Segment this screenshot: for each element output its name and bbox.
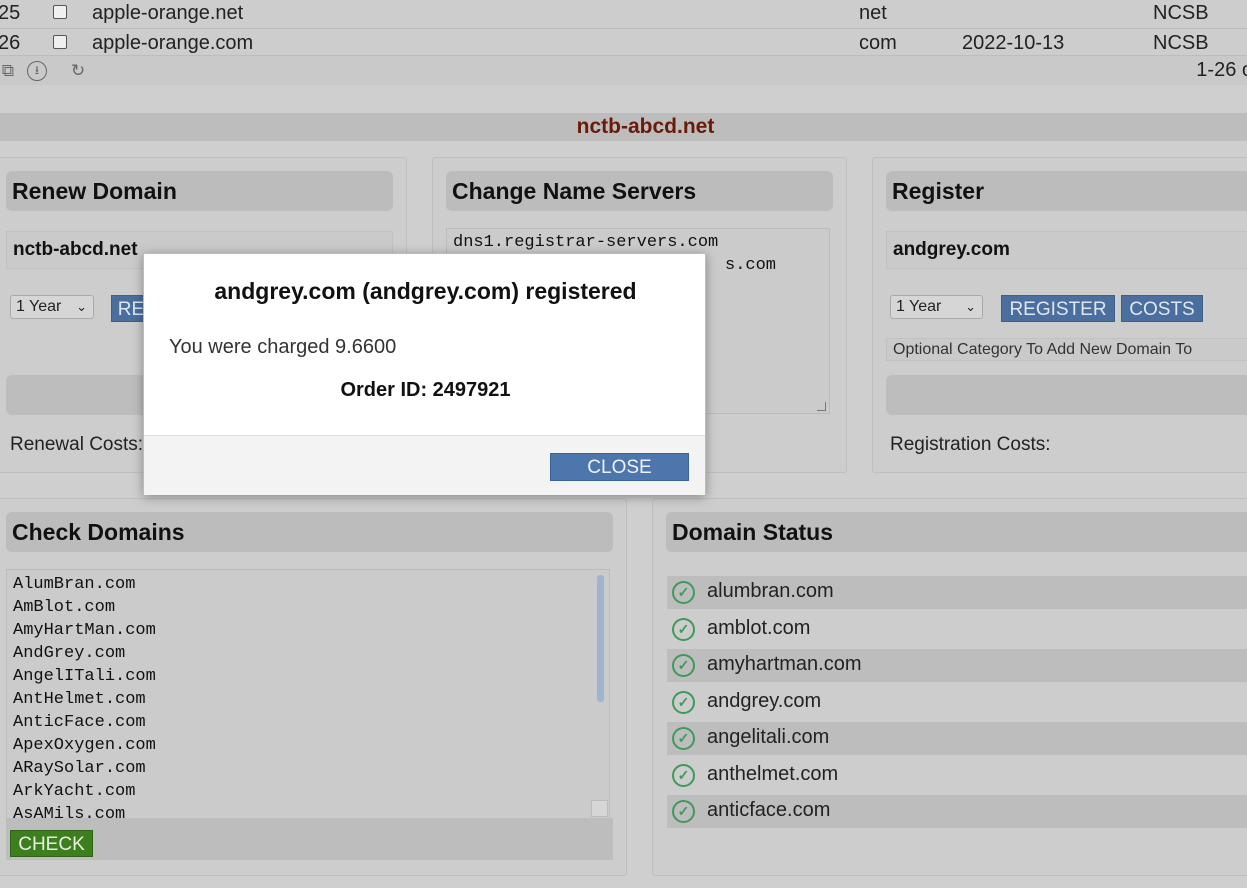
status-row: ✓ andgrey.com <box>667 686 1247 719</box>
domain-line: AsAMils.com <box>13 805 126 819</box>
row-domain: apple-orange.net <box>92 2 244 24</box>
row-number: 26 <box>0 32 21 54</box>
dialog-title: andgrey.com (andgrey.com) registered <box>214 278 637 304</box>
register-period-value: 1 Year <box>896 298 942 315</box>
domain-line: AnticFace.com <box>13 713 146 732</box>
status-domain: amyhartman.com <box>707 653 862 675</box>
row-checkbox[interactable] <box>53 35 67 49</box>
nameserver-line-1: dns1.registrar-servers.com <box>453 233 719 252</box>
costs-button[interactable]: COSTS <box>1121 295 1203 322</box>
domain-line: AngelITali.com <box>13 667 156 686</box>
check-circle-icon: ✓ <box>672 654 695 677</box>
status-row: ✓ anticface.com <box>667 795 1247 828</box>
status-row: ✓ amblot.com <box>667 613 1247 646</box>
row-domain: apple-orange.com <box>92 32 254 54</box>
check-circle-icon: ✓ <box>672 581 695 604</box>
status-domain: alumbran.com <box>707 580 834 602</box>
check-circle-icon: ✓ <box>672 691 695 714</box>
renew-period-select[interactable]: 1 Year ⌄ <box>10 295 94 319</box>
close-button[interactable]: CLOSE <box>550 453 689 481</box>
domain-line: AmBlot.com <box>13 598 116 617</box>
check-circle-icon: ✓ <box>672 800 695 823</box>
status-row: ✓ amyhartman.com <box>667 649 1247 682</box>
renew-period-value: 1 Year <box>16 298 62 315</box>
status-domain: angelitali.com <box>707 726 830 748</box>
status-row: ✓ anthelmet.com <box>667 759 1247 792</box>
resize-handle-icon[interactable] <box>591 800 608 817</box>
page-title: nctb-abcd.net <box>576 115 715 138</box>
status-domain: anticface.com <box>707 799 831 821</box>
domain-line: AmyHartMan.com <box>13 621 156 640</box>
domain-line: ApexOxygen.com <box>13 736 156 755</box>
refresh-icon[interactable]: ↻ <box>68 61 88 81</box>
registration-dialog: andgrey.com (andgrey.com) registered You… <box>143 253 706 495</box>
row-date: 2022-10-13 <box>962 32 1065 54</box>
status-row: ✓ angelitali.com <box>667 722 1247 755</box>
domain-status-heading: Domain Status <box>666 512 1247 552</box>
renew-heading: Renew Domain <box>6 171 393 211</box>
status-domain: andgrey.com <box>707 690 822 712</box>
row-tld: com <box>859 32 897 54</box>
chevron-down-icon: ⌄ <box>76 299 87 314</box>
domain-line: AndGrey.com <box>13 644 126 663</box>
dialog-footer: CLOSE <box>144 435 705 495</box>
dialog-order-id: Order ID: 2497921 <box>340 379 511 401</box>
domain-line: ARaySolar.com <box>13 759 146 778</box>
row-registrar: NCSB <box>1153 2 1209 24</box>
copy-icon[interactable]: ⧉ <box>0 61 18 81</box>
register-period-select[interactable]: 1 Year ⌄ <box>890 295 983 319</box>
chevron-down-icon: ⌄ <box>965 299 976 314</box>
domain-line: ArkYacht.com <box>13 782 136 801</box>
status-domain: amblot.com <box>707 617 811 639</box>
check-action-bar <box>6 818 613 860</box>
check-domains-heading: Check Domains <box>6 512 613 552</box>
row-number: 25 <box>0 2 21 24</box>
check-button[interactable]: CHECK <box>10 830 93 857</box>
domain-table: 25 apple-orange.net net NCSB 26 apple-or… <box>0 0 1247 58</box>
domain-title-bar: nctb-abcd.net <box>0 113 1247 141</box>
table-toolbar: ⧉ ⭳ ↻ 1-26 o <box>0 55 1247 85</box>
status-row: ✓ alumbran.com <box>667 576 1247 609</box>
register-status-bar <box>886 375 1247 415</box>
download-icon[interactable]: ⭳ <box>27 61 47 81</box>
category-input[interactable]: Optional Category To Add New Domain To <box>886 338 1247 361</box>
register-heading: Register <box>886 171 1247 211</box>
register-button[interactable]: REGISTER <box>1001 295 1115 322</box>
row-checkbox[interactable] <box>53 5 67 19</box>
pagination-info: 1-26 o <box>1196 59 1247 81</box>
renewal-costs-label: Renewal Costs: <box>10 434 144 455</box>
nameserver-line-2: s.com <box>725 256 777 275</box>
nameservers-heading: Change Name Servers <box>446 171 833 211</box>
dialog-charged-text: You were charged 9.6600 <box>169 336 397 358</box>
row-tld: net <box>859 2 887 24</box>
domain-line: AlumBran.com <box>13 575 136 594</box>
check-circle-icon: ✓ <box>672 618 695 641</box>
row-registrar: NCSB <box>1153 32 1209 54</box>
status-domain: anthelmet.com <box>707 763 839 785</box>
domain-line: AntHelmet.com <box>13 690 146 709</box>
check-circle-icon: ✓ <box>672 727 695 750</box>
table-row[interactable]: 25 apple-orange.net net NCSB <box>0 0 1247 29</box>
check-domains-textarea[interactable]: AlumBran.com AmBlot.com AmyHartMan.com A… <box>6 569 610 819</box>
scrollbar-thumb[interactable] <box>597 575 604 702</box>
check-circle-icon: ✓ <box>672 764 695 787</box>
resize-handle-icon[interactable] <box>817 402 826 411</box>
register-domain-field[interactable]: andgrey.com <box>886 231 1247 269</box>
registration-costs-label: Registration Costs: <box>890 434 1051 455</box>
